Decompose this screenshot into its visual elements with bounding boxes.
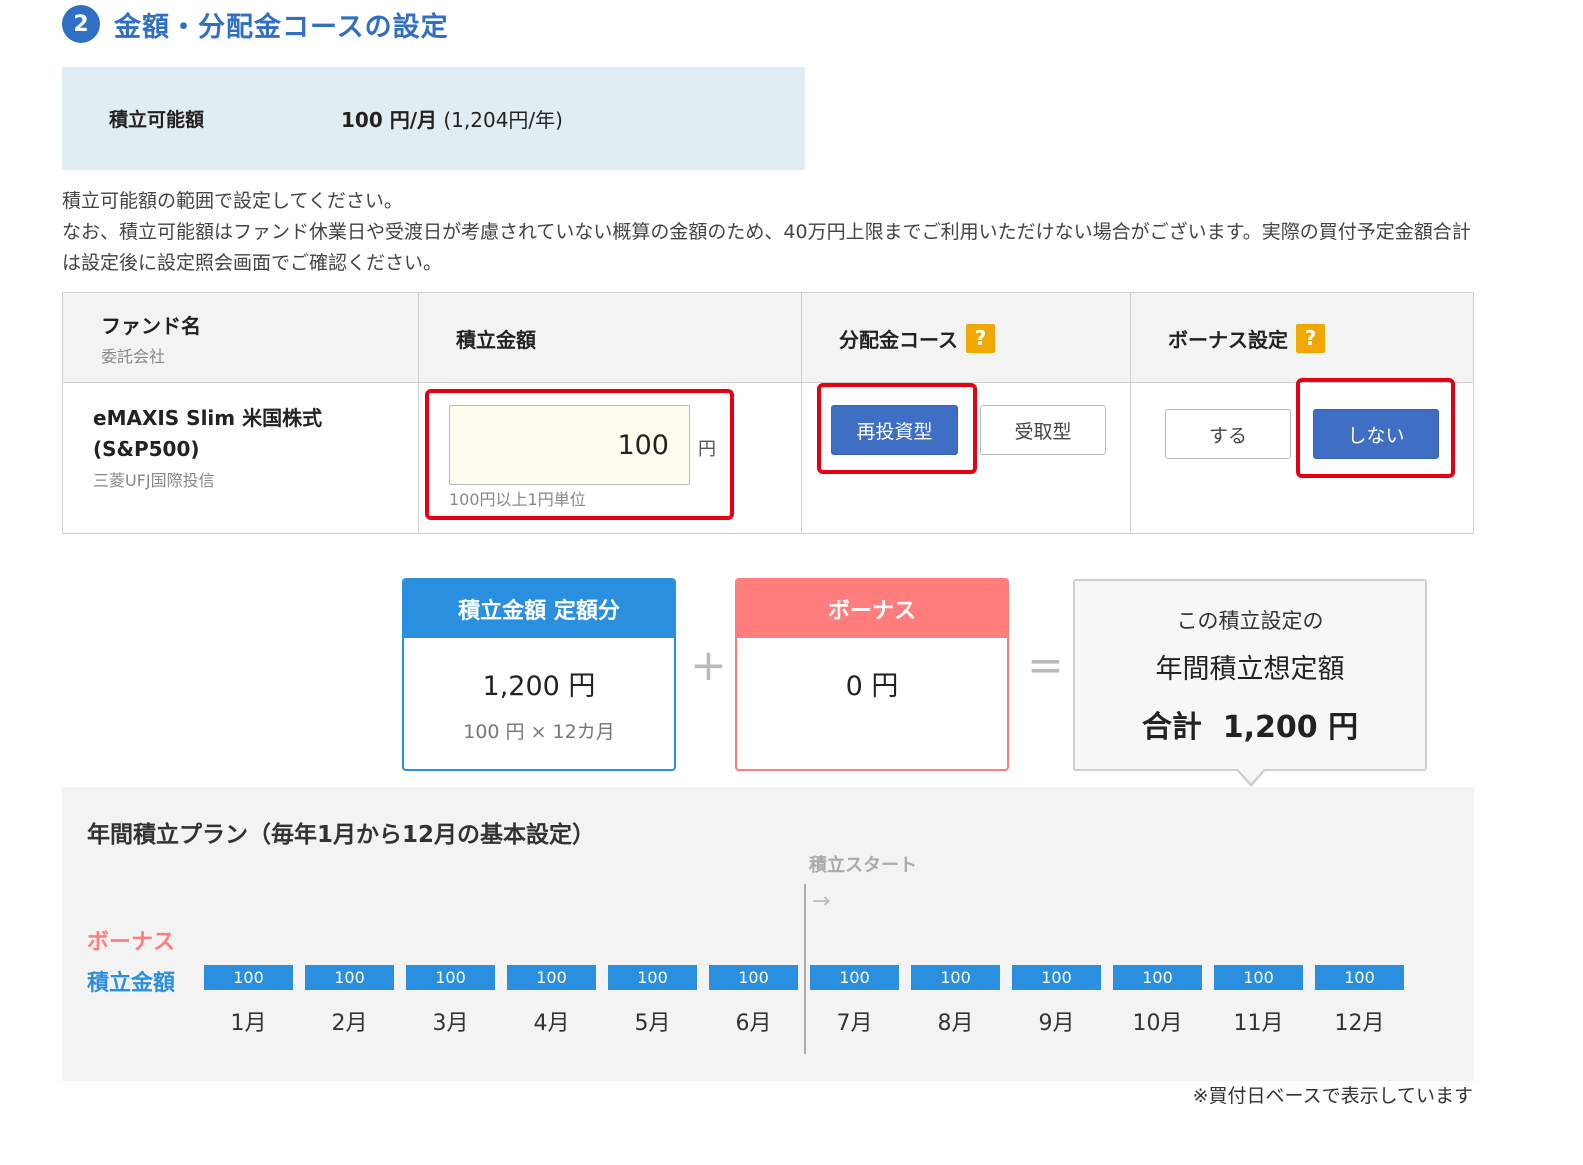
total-line-1: この積立設定の: [1176, 609, 1324, 633]
note-line-2: なお、積立可能額はファンド休業日や受渡日が考慮されていない概算の金額のため、40…: [62, 221, 1471, 274]
fixed-amount-value: 1,200 円: [482, 671, 596, 702]
section-heading: 金額・分配金コースの設定: [114, 11, 449, 43]
month-bar: 100: [1113, 965, 1202, 990]
fund-name-cell: eMAXIS Slim 米国株式 (S&P500) 三菱UFJ国際投信: [93, 403, 413, 491]
annual-total-box: この積立設定の 年間積立想定額 合計 1,200 円: [1073, 579, 1427, 771]
start-marker-line: [804, 884, 806, 1054]
header-dividend: 分配金コース?: [839, 293, 995, 383]
month-bar: 100: [1315, 965, 1404, 990]
month-label: 2月: [331, 1011, 368, 1036]
month-bar: 100: [204, 965, 293, 990]
month-label: 10月: [1132, 1011, 1183, 1036]
available-monthly: 100 円/月: [341, 108, 438, 132]
bonus-help-icon[interactable]: ?: [1296, 323, 1325, 353]
header-fund-name: ファンド名 委託会社: [101, 293, 201, 383]
amount-row-label: 積立金額: [87, 971, 176, 996]
month-bar: 100: [810, 965, 899, 990]
month-label: 8月: [937, 1011, 974, 1036]
available-amount-label: 積立可能額: [109, 109, 205, 131]
plus-icon: +: [690, 640, 727, 691]
fixed-amount-breakdown: 100 円 × 12カ月: [463, 721, 615, 743]
bonus-amount-value: 0 円: [845, 671, 899, 702]
fund-settings-table: ファンド名 委託会社 積立金額 分配金コース? ボーナス設定? eMAXIS S…: [62, 292, 1474, 534]
month-label: 5月: [634, 1011, 671, 1036]
column-divider: [1130, 293, 1131, 533]
month-label: 11月: [1233, 1011, 1284, 1036]
note-line-1: 積立可能額の範囲で設定してください。: [62, 190, 403, 212]
header-amount: 積立金額: [456, 293, 536, 383]
dividend-reinvest-button[interactable]: 再投資型: [831, 405, 958, 455]
header-bonus-label: ボーナス設定: [1168, 327, 1288, 352]
month-bar: 100: [1214, 965, 1303, 990]
month-bar: 100: [507, 965, 596, 990]
bonus-yes-button[interactable]: する: [1165, 409, 1291, 459]
annual-plan-panel: 年間積立プラン（毎年1月から12月の基本設定） 積立スタート → ボーナス 積立…: [62, 787, 1474, 1081]
column-divider: [418, 293, 419, 533]
header-dividend-label: 分配金コース: [839, 327, 958, 352]
amount-unit: 円: [698, 439, 716, 460]
bonus-amount-title: ボーナス: [737, 580, 1007, 638]
bonus-amount-card: ボーナス 0 円: [735, 578, 1009, 771]
start-label: 積立スタート: [809, 855, 917, 876]
header-company-label: 委託会社: [101, 346, 166, 366]
step-number-icon: 2: [62, 5, 100, 43]
dividend-help-icon[interactable]: ?: [966, 323, 995, 353]
available-yearly: (1,204円/年): [437, 108, 563, 132]
bonus-row-label: ボーナス: [87, 930, 176, 955]
amount-hint: 100円以上1円単位: [449, 490, 586, 509]
fund-name-line-1: eMAXIS Slim 米国株式: [93, 406, 323, 430]
start-arrow-icon: →: [812, 889, 831, 914]
month-bar: 100: [305, 965, 394, 990]
month-label: 7月: [836, 1011, 873, 1036]
header-amount-label: 積立金額: [456, 327, 536, 352]
month-bar: 100: [709, 965, 798, 990]
callout-pointer-inner: [1237, 768, 1265, 783]
month-label: 9月: [1038, 1011, 1075, 1036]
fixed-amount-card: 積立金額 定額分 1,200 円 100 円 × 12カ月: [402, 578, 676, 771]
month-bar: 100: [1012, 965, 1101, 990]
header-bonus: ボーナス設定?: [1168, 293, 1325, 383]
plan-title: 年間積立プラン（毎年1月から12月の基本設定）: [87, 822, 596, 848]
month-label: 3月: [432, 1011, 469, 1036]
month-label: 6月: [735, 1011, 772, 1036]
total-line-2: 年間積立想定額: [1155, 654, 1345, 685]
column-divider: [801, 293, 802, 533]
section-title: 2 金額・分配金コースの設定: [62, 4, 449, 44]
amount-input[interactable]: [449, 405, 690, 485]
fixed-amount-title: 積立金額 定額分: [404, 580, 674, 638]
footnote: ※買付日ベースで表示しています: [1192, 1085, 1473, 1107]
equals-icon: =: [1027, 640, 1064, 691]
notes: 積立可能額の範囲で設定してください。 なお、積立可能額はファンド休業日や受渡日が…: [62, 186, 1482, 279]
available-amount-value: 100 円/月 (1,204円/年): [341, 104, 563, 133]
dividend-receive-button[interactable]: 受取型: [980, 405, 1106, 455]
month-bar: 100: [406, 965, 495, 990]
month-label: 1月: [230, 1011, 267, 1036]
month-bar: 100: [608, 965, 697, 990]
total-amount: 合計 1,200 円: [1141, 710, 1359, 745]
fund-company: 三菱UFJ国際投信: [93, 471, 215, 490]
fund-name-line-2: (S&P500): [93, 437, 200, 461]
header-fund-name-label: ファンド名: [101, 313, 201, 338]
bonus-no-button[interactable]: しない: [1313, 409, 1439, 459]
available-amount-box: 積立可能額 100 円/月 (1,204円/年): [62, 67, 805, 170]
month-bar: 100: [911, 965, 1000, 990]
month-label: 12月: [1334, 1011, 1385, 1036]
month-label: 4月: [533, 1011, 570, 1036]
